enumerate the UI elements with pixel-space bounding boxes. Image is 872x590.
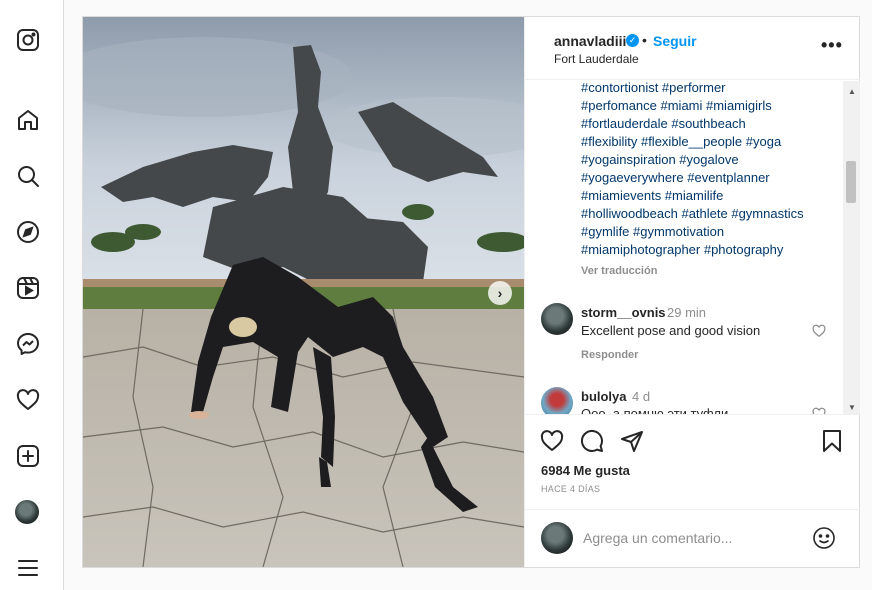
- hashtag-line[interactable]: #miamievents #miamilife: [581, 187, 833, 205]
- comment-username[interactable]: storm__ovnis: [581, 305, 666, 320]
- explore-icon[interactable]: [14, 218, 42, 246]
- post-username[interactable]: annavladiii: [554, 33, 626, 49]
- post-timestamp: HACE 4 DÍAS: [541, 484, 601, 494]
- profile-avatar[interactable]: [15, 500, 39, 524]
- hashtag-line[interactable]: #holliwoodbeach #athlete #gymnastics: [581, 205, 833, 223]
- comment-composer: [525, 509, 860, 567]
- home-icon[interactable]: [14, 106, 42, 134]
- post-photo: ›: [83, 17, 524, 567]
- heart-icon[interactable]: [14, 386, 42, 414]
- search-icon[interactable]: [14, 162, 42, 190]
- likes-count[interactable]: 6984 Me gusta: [541, 463, 630, 478]
- share-icon[interactable]: [620, 429, 644, 453]
- hashtag-line[interactable]: #gymlife #gymmotivation: [581, 223, 833, 241]
- hashtag-line[interactable]: #yogainspiration #yogalove: [581, 151, 833, 169]
- hashtag-line[interactable]: #perfomance #miami #miamigirls: [581, 97, 833, 115]
- follow-button[interactable]: Seguir: [653, 33, 697, 49]
- hashtag-line[interactable]: #flexibility #flexible__people #yoga: [581, 133, 833, 151]
- comment-like-icon[interactable]: [812, 324, 826, 338]
- post-dialog: › annavladiii ✓ • Seguir Fort Lauderdale…: [82, 16, 860, 568]
- post-sidebar: annavladiii ✓ • Seguir Fort Lauderdale •…: [524, 17, 860, 567]
- like-icon[interactable]: [540, 429, 564, 453]
- comment-input[interactable]: [583, 528, 803, 548]
- post-actions: 6984 Me gusta HACE 4 DÍAS: [525, 414, 860, 509]
- verified-badge-icon: ✓: [626, 34, 639, 47]
- more-options-icon[interactable]: •••: [821, 35, 843, 56]
- menu-icon[interactable]: [14, 554, 42, 582]
- scrollbar-thumb[interactable]: [846, 161, 856, 203]
- save-icon[interactable]: [820, 429, 844, 453]
- comment-time: 29 min: [667, 305, 707, 320]
- hashtag-line[interactable]: #contortionist #performer: [581, 81, 833, 97]
- comment-avatar[interactable]: [541, 303, 573, 335]
- comment-like-icon[interactable]: [812, 407, 826, 414]
- post-header: annavladiii ✓ • Seguir Fort Lauderdale •…: [525, 17, 860, 80]
- create-icon[interactable]: [14, 442, 42, 470]
- instagram-icon[interactable]: [14, 26, 42, 54]
- comment-icon[interactable]: [580, 429, 604, 453]
- comments-scrollbar[interactable]: ▲ ▼: [843, 81, 860, 414]
- messenger-icon[interactable]: [14, 330, 42, 358]
- comment-text: Ооо, а помню эти туфли: [581, 406, 729, 414]
- scroll-up-icon[interactable]: ▲: [848, 87, 856, 96]
- comment-username[interactable]: bulolya: [581, 389, 627, 404]
- hashtag-line[interactable]: #miamiphotographer #photography: [581, 241, 833, 259]
- comment-time: 4 d: [632, 389, 651, 404]
- comment-text: Excellent pose and good vision: [581, 323, 761, 338]
- comment-avatar[interactable]: [541, 387, 573, 414]
- hashtag-line[interactable]: #yogaeverywhere #eventplanner: [581, 169, 833, 187]
- comments-list: #contortionist #performer #perfomance #m…: [525, 81, 860, 414]
- separator-dot: •: [642, 32, 647, 48]
- caption-hashtags: #contortionist #performer #perfomance #m…: [581, 81, 833, 259]
- composer-avatar: [541, 522, 573, 554]
- reply-button[interactable]: Responder: [581, 349, 638, 361]
- see-translation-link[interactable]: Ver traducción: [581, 265, 657, 277]
- chevron-right-icon: ›: [497, 285, 503, 301]
- next-photo-button[interactable]: ›: [488, 281, 512, 305]
- sidebar: [0, 0, 64, 590]
- post-location[interactable]: Fort Lauderdale: [554, 52, 639, 66]
- emoji-icon[interactable]: [812, 526, 836, 550]
- scroll-down-icon[interactable]: ▼: [848, 403, 856, 412]
- hashtag-line[interactable]: #fortlauderdale #southbeach: [581, 115, 833, 133]
- reels-icon[interactable]: [14, 274, 42, 302]
